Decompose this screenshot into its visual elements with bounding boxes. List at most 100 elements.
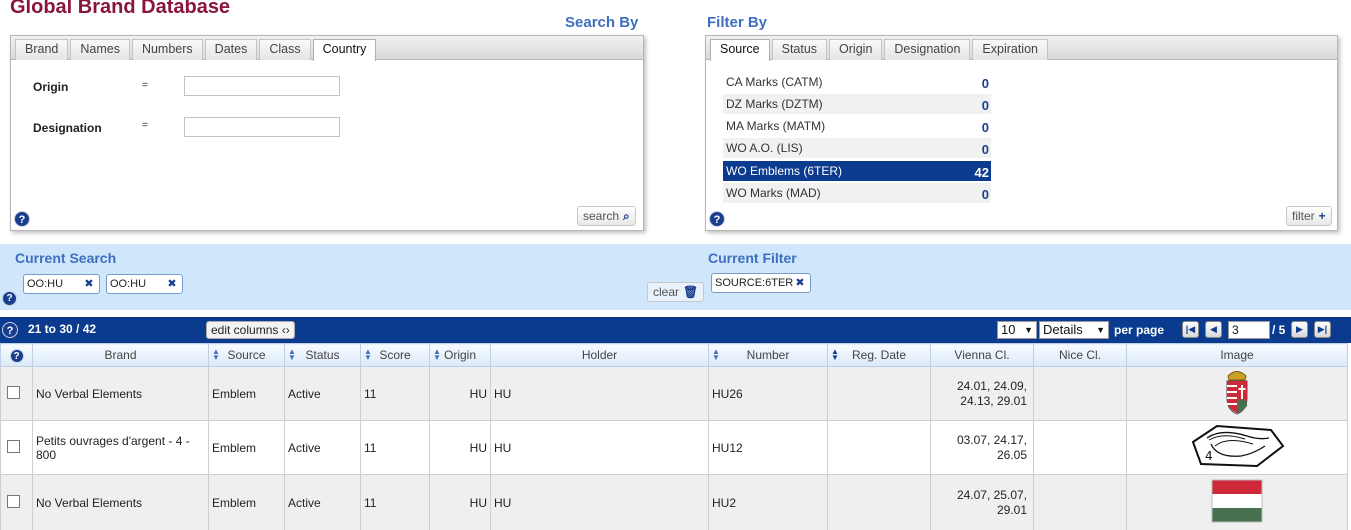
per-page-label: per page xyxy=(1114,323,1165,337)
clear-button[interactable]: clear 🗑︎ xyxy=(647,282,705,302)
column-header-label: Number xyxy=(746,348,790,362)
column-header-source[interactable]: ▲ ▼ Source xyxy=(208,343,285,367)
results-help-icon[interactable]: ? xyxy=(2,322,18,338)
filter-help-icon[interactable]: ? xyxy=(709,211,725,227)
remove-chip-icon[interactable]: ✖ xyxy=(82,277,96,291)
trash-icon: 🗑︎ xyxy=(683,285,699,299)
source-count: 0 xyxy=(981,98,989,113)
coat-of-arms-icon xyxy=(1226,371,1248,415)
sort-arrows-icon: ▲ ▼ xyxy=(212,347,220,362)
number-cell[interactable]: HU26 xyxy=(708,366,828,421)
table-row[interactable]: No Verbal Elements Emblem Active 11 HU H… xyxy=(0,474,1348,530)
image-cell[interactable]: 4 xyxy=(1126,420,1348,475)
first-page-icon[interactable]: |◀ xyxy=(1182,321,1199,338)
view-mode-select[interactable]: Details ▼ xyxy=(1039,321,1109,339)
table-row[interactable]: No Verbal Elements Emblem Active 11 HU H… xyxy=(0,366,1348,421)
column-header-label: Score xyxy=(379,348,411,362)
chip-label: OO:HU xyxy=(110,278,147,290)
tab-source[interactable]: Source xyxy=(710,39,770,61)
filter-tabs: Source Status Origin Designation Expiration xyxy=(706,36,1337,61)
source-cell: Emblem xyxy=(208,366,285,421)
status-cell: Active xyxy=(284,474,361,530)
column-header-nice[interactable]: Nice Cl. xyxy=(1033,343,1127,367)
holder-cell: HU xyxy=(490,474,709,530)
select-column-header: ? xyxy=(0,343,33,367)
row-select-cell xyxy=(0,420,33,475)
search-chip: OO:HU ✖ xyxy=(106,274,183,294)
number-cell[interactable]: HU2 xyxy=(708,474,828,530)
row-checkbox[interactable] xyxy=(7,385,20,399)
image-cell[interactable] xyxy=(1126,474,1348,530)
remove-chip-icon[interactable]: ✖ xyxy=(793,276,807,290)
number-cell[interactable]: HU12 xyxy=(708,420,828,475)
next-page-icon[interactable]: ▶ xyxy=(1291,321,1308,338)
column-header-brand[interactable]: Brand xyxy=(32,343,209,367)
table-help-icon[interactable]: ? xyxy=(9,348,24,363)
edit-columns-label: edit columns xyxy=(211,323,279,337)
vienna-cell: 24.01, 24.09, 24.13, 29.01 xyxy=(930,366,1034,421)
tab-class[interactable]: Class xyxy=(259,39,311,60)
prev-page-icon[interactable]: ◀ xyxy=(1205,321,1222,338)
edit-columns-button[interactable]: edit columns ‹› xyxy=(206,321,295,339)
current-search-help-icon[interactable]: ? xyxy=(2,291,17,306)
row-checkbox[interactable] xyxy=(7,494,20,508)
search-button[interactable]: search ⌕ xyxy=(577,206,636,226)
row-checkbox[interactable] xyxy=(7,439,20,453)
source-row-lis[interactable]: WO A.O. (LIS) 0 xyxy=(723,138,991,158)
source-name: WO Emblems (6TER) xyxy=(726,164,843,178)
dropdown-arrow-icon: ▼ xyxy=(1096,325,1105,335)
search-button-label: search xyxy=(583,209,620,223)
column-header-status[interactable]: ▲ ▼ Status xyxy=(284,343,361,367)
column-header-score[interactable]: ▲ ▼ Score xyxy=(360,343,430,367)
source-row-catm[interactable]: CA Marks (CATM) 0 xyxy=(723,72,991,92)
nice-cell xyxy=(1033,474,1127,530)
rows-per-page-select[interactable]: 10 ▼ xyxy=(997,321,1037,339)
image-cell[interactable] xyxy=(1126,366,1348,421)
column-header-origin[interactable]: ▲ ▼ Origin xyxy=(429,343,491,367)
filter-button[interactable]: filter + xyxy=(1286,206,1332,226)
flag-hungary-icon xyxy=(1211,479,1263,523)
tab-brand[interactable]: Brand xyxy=(15,39,69,60)
svg-text:4: 4 xyxy=(1205,449,1213,463)
column-header-holder[interactable]: Holder xyxy=(490,343,709,367)
plus-icon: + xyxy=(1318,209,1326,223)
score-cell: 11 xyxy=(360,420,430,475)
tab-names[interactable]: Names xyxy=(70,39,130,60)
search-help-icon[interactable]: ? xyxy=(14,211,30,227)
brand-cell[interactable]: No Verbal Elements xyxy=(32,474,209,530)
source-row-6ter[interactable]: WO Emblems (6TER) 42 xyxy=(723,161,991,181)
tab-numbers[interactable]: Numbers xyxy=(131,39,203,60)
hallmark-swan-icon: 4 xyxy=(1191,424,1285,468)
source-row-mad[interactable]: WO Marks (MAD) 0 xyxy=(723,183,991,203)
result-range: 21 to 30 / 42 xyxy=(28,322,97,336)
table-row[interactable]: Petits ouvrages d'argent - 4 - 800 Emble… xyxy=(0,420,1348,475)
source-row-matm[interactable]: MA Marks (MATM) 0 xyxy=(723,116,991,136)
tab-designation[interactable]: Designation xyxy=(884,39,971,60)
designation-input[interactable] xyxy=(184,117,340,137)
origin-input[interactable] xyxy=(184,76,340,96)
tab-origin[interactable]: Origin xyxy=(829,39,883,60)
column-header-label: Status xyxy=(305,348,340,362)
search-chip: OO:HU ✖ xyxy=(23,274,100,294)
column-header-reg-date[interactable]: ▲ ▼ Reg. Date xyxy=(827,343,931,367)
sort-arrows-icon: ▲ ▼ xyxy=(712,347,720,362)
source-count: 42 xyxy=(974,165,989,180)
column-header-image[interactable]: Image xyxy=(1126,343,1348,367)
column-header-label: Reg. Date xyxy=(851,348,907,362)
column-header-number[interactable]: ▲ ▼ Number xyxy=(708,343,828,367)
tab-dates[interactable]: Dates xyxy=(204,39,258,60)
designation-label: Designation xyxy=(33,121,102,135)
source-count: 0 xyxy=(981,142,989,157)
last-page-icon[interactable]: ▶| xyxy=(1314,321,1331,338)
brand-cell[interactable]: Petits ouvrages d'argent - 4 - 800 xyxy=(32,420,209,475)
tab-status[interactable]: Status xyxy=(771,39,828,60)
tab-expiration[interactable]: Expiration xyxy=(972,39,1048,60)
brand-cell[interactable]: No Verbal Elements xyxy=(32,366,209,421)
reg-date-cell xyxy=(827,366,931,421)
tab-country[interactable]: Country xyxy=(312,39,377,61)
page-number-input[interactable] xyxy=(1228,321,1270,339)
origin-operator: = xyxy=(142,80,148,91)
source-row-dztm[interactable]: DZ Marks (DZTM) 0 xyxy=(723,94,991,114)
remove-chip-icon[interactable]: ✖ xyxy=(165,277,179,291)
column-header-vienna[interactable]: Vienna Cl. xyxy=(930,343,1034,367)
